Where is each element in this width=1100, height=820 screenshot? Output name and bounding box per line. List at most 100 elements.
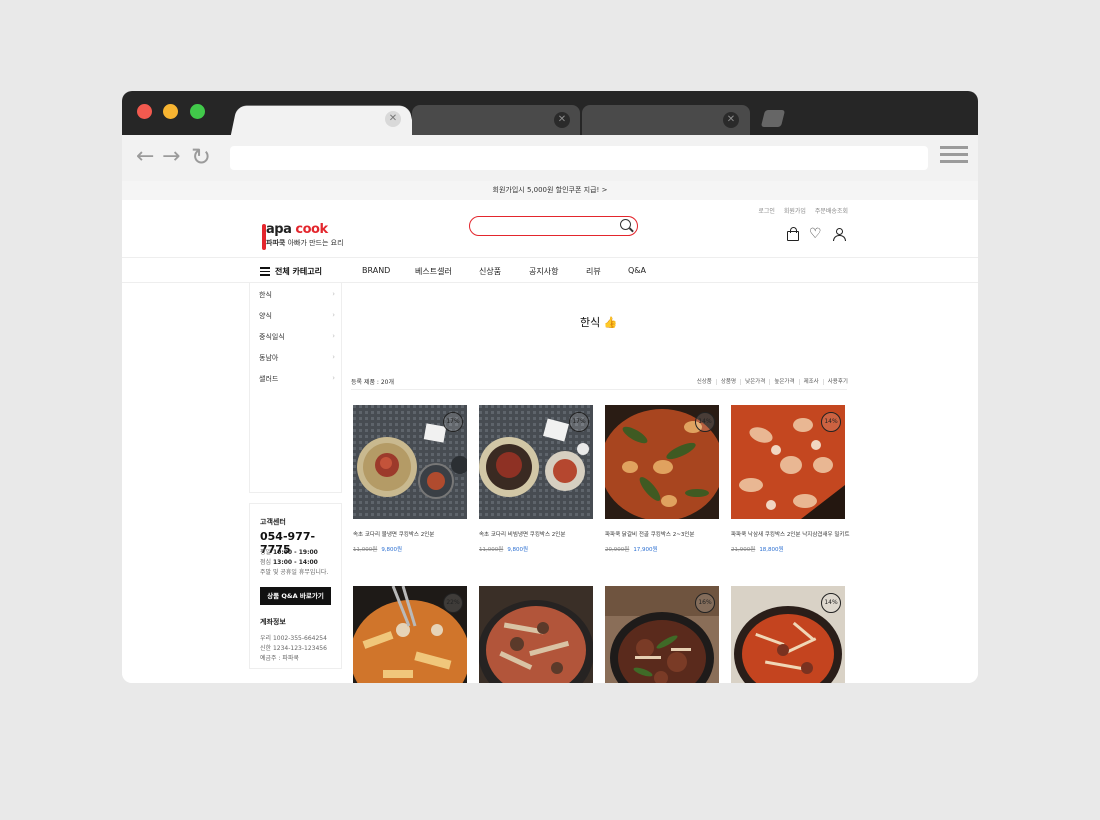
login-link[interactable]: 로그인	[758, 208, 775, 215]
cart-icon[interactable]	[787, 227, 799, 241]
product-image[interactable]: 14%	[731, 405, 845, 519]
maximize-window-button[interactable]	[190, 104, 205, 119]
discount-badge: 14%	[695, 412, 715, 432]
discount-badge: 17%	[569, 412, 589, 432]
product-count: 등록 제품 : 20개	[351, 379, 394, 386]
sort-reviews[interactable]: 사용후기	[822, 379, 848, 385]
sidebar-item-chinese-japanese[interactable]: 중식일식	[259, 332, 285, 342]
hamburger-icon	[260, 265, 270, 278]
close-icon[interactable]: ✕	[723, 112, 739, 128]
heart-icon[interactable]: ♡	[809, 227, 822, 241]
discount-badge: 16%	[695, 593, 715, 613]
page-title: 한식 👍	[580, 316, 618, 329]
sort-low-price[interactable]: 낮은가격	[740, 379, 766, 385]
product-image[interactable]: 14%	[605, 405, 719, 519]
menu-icon[interactable]	[940, 146, 970, 170]
sidebar-item-western[interactable]: 양식	[259, 311, 272, 321]
nav-notice[interactable]: 공지사항	[529, 266, 558, 277]
reload-icon[interactable]: ↻	[191, 145, 211, 169]
account-holder: 예금주 : 파파쿡	[260, 655, 299, 662]
discount-badge: 22%	[443, 593, 463, 613]
web-page: 회원가입시 5,000원 할인쿠폰 지급! > 로그인 회원가입 주문배송조회 …	[122, 181, 978, 683]
nav-qa[interactable]: Q&A	[628, 266, 646, 275]
cs-weekday-label: 평일	[260, 549, 272, 556]
original-price: 21,900원	[731, 547, 756, 553]
top-links: 로그인 회원가입 주문배송조회	[751, 206, 848, 215]
product-card[interactable]: 16%	[605, 586, 719, 683]
address-bar[interactable]	[230, 146, 928, 170]
cs-title: 고객센터	[260, 518, 286, 526]
nav-review[interactable]: 리뷰	[586, 266, 601, 277]
sort-name[interactable]: 상품명	[715, 379, 737, 385]
cs-weekday-hours: 10:00 - 19:00	[272, 549, 318, 556]
product-card[interactable]: 17% 속초 코다리 물냉면 쿠킹박스 2인분 11,000원 9,800원	[353, 405, 467, 565]
browser-tab[interactable]: ✕	[412, 105, 580, 135]
nav-new-products[interactable]: 신상품	[479, 266, 501, 277]
minimize-window-button[interactable]	[163, 104, 178, 119]
title-bar: ✕ ✕ ✕	[122, 91, 978, 136]
original-price: 11,000원	[353, 547, 378, 553]
sidebar-item-salad[interactable]: 샐러드	[259, 374, 278, 384]
product-name[interactable]: 파파쿡 낙삼새 쿠킹박스 2인분 낙지삼겹새우 밀키트	[731, 530, 850, 538]
discount-badge: 17%	[443, 412, 463, 432]
sidebar-item-korean[interactable]: 한식	[259, 290, 272, 300]
all-category-button[interactable]: 전체 카테고리	[260, 265, 322, 278]
nav-brand[interactable]: BRAND	[362, 266, 390, 275]
sort-high-price[interactable]: 높은가격	[769, 379, 795, 385]
back-arrow-icon[interactable]: ←	[136, 146, 154, 168]
product-image[interactable]: 22%	[353, 586, 467, 683]
product-image[interactable]: 14%	[731, 586, 845, 683]
product-name[interactable]: 파파쿡 닭갈비 전골 쿠킹박스 2~3인분	[605, 530, 694, 538]
site-logo[interactable]: apa cook 파파쿡 아빠가 만드는 요리	[262, 220, 344, 252]
chevron-right-icon: ›	[332, 332, 335, 340]
original-price: 11,000원	[479, 547, 504, 553]
product-card[interactable]: 14%	[731, 586, 845, 683]
product-card[interactable]: 14% 파파쿡 낙삼새 쿠킹박스 2인분 낙지삼겹새우 밀키트 21,900원 1…	[731, 405, 850, 565]
sale-price: 18,800원	[759, 547, 784, 553]
product-card[interactable]	[479, 586, 593, 683]
qa-shortcut-button[interactable]: 상품 Q&A 바로가기	[260, 587, 331, 605]
product-card[interactable]: 22%	[353, 586, 467, 683]
product-image[interactable]: 17%	[479, 405, 593, 519]
sidebar-item-southeast-asian[interactable]: 동남아	[259, 353, 278, 363]
close-icon[interactable]: ✕	[554, 112, 570, 128]
browser-window: ✕ ✕ ✕ ← → ↻ 회원가입시 5,000원 할인쿠폰 지급! > 로그인 …	[122, 91, 978, 683]
chevron-right-icon: ›	[332, 374, 335, 382]
close-icon[interactable]: ✕	[385, 111, 401, 127]
sale-price: 9,800원	[381, 547, 403, 553]
search-input[interactable]	[469, 216, 638, 236]
bank-account-1: 우리 1002-355-664254	[260, 635, 327, 642]
logo-korean-name: 파파쿡	[266, 239, 286, 247]
chevron-right-icon: ›	[332, 353, 335, 361]
search-icon[interactable]	[620, 219, 631, 230]
sort-new[interactable]: 신상품	[693, 379, 712, 385]
bank-title: 계좌정보	[260, 618, 286, 626]
product-image[interactable]: 17%	[353, 405, 467, 519]
notice-banner[interactable]: 회원가입시 5,000원 할인쿠폰 지급! >	[122, 181, 978, 200]
cs-closed-text: 주말 및 공휴일 휴무입니다.	[260, 569, 329, 576]
nav-bestseller[interactable]: 베스트셀러	[415, 266, 452, 277]
logo-text-accent: cook	[295, 222, 328, 237]
signup-link[interactable]: 회원가입	[784, 208, 806, 215]
product-card[interactable]: 17% 속초 코다리 비빔냉면 쿠킹박스 2인분 11,000원 9,800원	[479, 405, 593, 565]
sale-price: 17,900원	[633, 547, 658, 553]
product-image[interactable]	[479, 586, 593, 683]
cs-lunch-hours: 13:00 - 14:00	[272, 559, 318, 566]
product-name[interactable]: 속초 코다리 비빔냉면 쿠킹박스 2인분	[479, 530, 565, 538]
product-name[interactable]: 속초 코다리 물냉면 쿠킹박스 2인분	[353, 530, 434, 538]
forward-arrow-icon[interactable]: →	[162, 146, 180, 168]
product-card[interactable]: 14% 파파쿡 닭갈비 전골 쿠킹박스 2~3인분 20,900원 17,900원	[605, 405, 719, 565]
discount-badge: 14%	[821, 593, 841, 613]
discount-badge: 14%	[821, 412, 841, 432]
logo-text: apa	[266, 222, 296, 237]
close-window-button[interactable]	[137, 104, 152, 119]
new-tab-button[interactable]	[760, 110, 786, 127]
product-image[interactable]: 16%	[605, 586, 719, 683]
browser-tab[interactable]: ✕	[582, 105, 750, 135]
sort-maker[interactable]: 제조사	[798, 379, 819, 385]
cs-lunch-label: 점심	[260, 559, 272, 566]
order-tracking-link[interactable]: 주문배송조회	[815, 208, 848, 215]
category-sidebar: 한식 › 양식 › 중식일식 › 동남아 › 샐러드 ›	[249, 283, 342, 493]
main-navigation: 전체 카테고리 BRAND 베스트셀러 신상품 공지사항 리뷰 Q&A	[122, 257, 978, 283]
user-icon[interactable]	[833, 228, 846, 241]
